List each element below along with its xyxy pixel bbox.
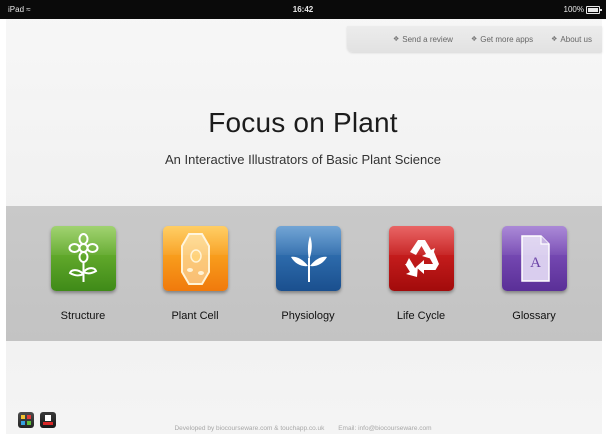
send-review-label: Send a review <box>402 34 453 44</box>
diamond-icon: ❖ <box>551 36 558 43</box>
contact-email[interactable]: Email: info@biocourseware.com <box>338 425 431 432</box>
plant-cell-icon <box>162 226 228 291</box>
page-subtitle: An Interactive Illustrators of Basic Pla… <box>164 152 441 167</box>
status-bar: iPad ≈ 16:42 100% <box>0 0 606 19</box>
tile-life-cycle[interactable]: Life Cycle <box>376 226 466 322</box>
status-time: 16:42 <box>292 5 314 14</box>
about-us-link[interactable]: ❖ About us <box>551 35 592 44</box>
svg-text:A: A <box>530 255 541 271</box>
battery-icon <box>586 6 602 14</box>
tile-life-cycle-label: Life Cycle <box>396 310 446 322</box>
diamond-icon: ❖ <box>392 36 400 43</box>
apps-icon[interactable] <box>18 412 34 428</box>
app-window: iPad ≈ 16:42 100% ❖ Send a review ❖ Get … <box>0 0 606 434</box>
sprout-icon <box>275 226 341 291</box>
battery-text: 100% <box>563 5 584 14</box>
tile-glossary-label: Glossary <box>512 310 556 322</box>
about-us-label: About us <box>560 34 592 44</box>
diamond-icon: ❖ <box>470 36 478 43</box>
tile-plant-cell[interactable]: Plant Cell <box>150 226 240 322</box>
topic-band: Structure Plant Cell Physiology Life Cyc… <box>6 206 602 341</box>
tile-physiology[interactable]: Physiology <box>263 226 353 322</box>
glossary-icon: A <box>501 226 567 291</box>
page-title: Focus on Plant <box>208 107 398 138</box>
send-review-link[interactable]: ❖ Send a review <box>393 35 453 44</box>
top-links-bar: ❖ Send a review ❖ Get more apps ❖ About … <box>347 26 602 52</box>
flower-icon <box>50 226 116 291</box>
developer-credit: Developed by biocourseware.com & touchap… <box>174 425 325 432</box>
tile-structure-label: Structure <box>60 310 106 322</box>
share-icon[interactable] <box>40 412 56 428</box>
tile-physiology-label: Physiology <box>281 310 335 322</box>
footer: Developed by biocourseware.com & touchap… <box>0 425 606 432</box>
tile-plant-cell-label: Plant Cell <box>171 310 219 322</box>
tile-glossary[interactable]: A Glossary <box>489 226 579 322</box>
recycle-icon <box>388 226 454 291</box>
get-more-apps-link[interactable]: ❖ Get more apps <box>471 35 533 44</box>
get-more-apps-label: Get more apps <box>480 34 534 44</box>
tile-structure[interactable]: Structure <box>38 226 128 322</box>
